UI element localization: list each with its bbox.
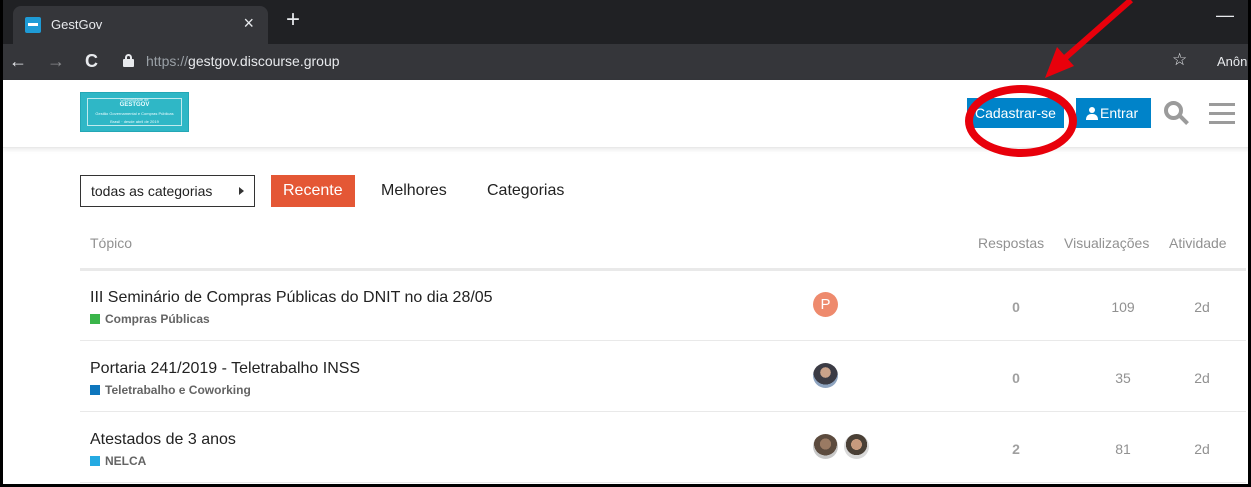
lock-icon[interactable] bbox=[123, 54, 134, 67]
category-label: NELCA bbox=[105, 454, 147, 468]
avatar[interactable] bbox=[844, 434, 869, 459]
avatar[interactable] bbox=[813, 363, 838, 388]
minimize-button[interactable]: — bbox=[1216, 5, 1234, 26]
header-views[interactable]: Visualizações bbox=[1064, 235, 1149, 251]
activity-time[interactable]: 2d bbox=[1182, 299, 1222, 315]
category-label: Teletrabalho e Coworking bbox=[105, 383, 251, 397]
tab-categorias[interactable]: Categorias bbox=[475, 175, 576, 207]
profile-label[interactable]: Anônimo bbox=[1217, 54, 1248, 69]
star-icon[interactable]: ☆ bbox=[1172, 50, 1187, 70]
category-label: Compras Públicas bbox=[105, 312, 210, 326]
category-color-square bbox=[90, 314, 100, 324]
site-logo[interactable]: Comunidade de GESTGOV Gestão Governament… bbox=[80, 92, 189, 132]
views-count: 81 bbox=[1115, 441, 1131, 457]
search-icon[interactable] bbox=[1164, 101, 1189, 125]
table-row[interactable]: Atestados de 3 anos NELCA 2 81 2d bbox=[80, 413, 1246, 483]
tab-title: GestGov bbox=[51, 17, 103, 32]
header-topic[interactable]: Tópico bbox=[90, 235, 132, 251]
views-count: 109 bbox=[1111, 299, 1135, 315]
category-color-square bbox=[90, 385, 100, 395]
logo-border bbox=[87, 98, 182, 126]
avatar[interactable] bbox=[813, 434, 838, 459]
table-row[interactable]: III Seminário de Compras Públicas do DNI… bbox=[80, 271, 1246, 341]
back-arrow-icon[interactable]: ← bbox=[9, 50, 27, 72]
reload-icon[interactable]: C bbox=[85, 50, 98, 72]
url-scheme: https:// bbox=[146, 53, 189, 69]
category-dropdown-label: todas as categorias bbox=[91, 183, 213, 199]
tab-recente[interactable]: Recente bbox=[271, 175, 355, 207]
user-icon bbox=[1086, 107, 1098, 120]
tab-bar: GestGov × + — bbox=[3, 0, 1248, 44]
url-field[interactable]: https://gestgov.discourse.group bbox=[146, 53, 340, 69]
avatar[interactable]: P bbox=[813, 292, 838, 317]
topic-title-link[interactable]: Atestados de 3 anos bbox=[90, 431, 236, 449]
site-favicon-icon bbox=[25, 17, 41, 33]
category-color-square bbox=[90, 456, 100, 466]
url-host: gestgov.discourse.group bbox=[188, 53, 340, 69]
browser-tab[interactable]: GestGov × bbox=[13, 6, 268, 44]
replies-count: 0 bbox=[1012, 370, 1020, 386]
activity-time[interactable]: 2d bbox=[1182, 370, 1222, 386]
tab-close-icon[interactable]: × bbox=[243, 13, 254, 34]
category-badge[interactable]: Compras Públicas bbox=[90, 312, 210, 326]
header-activity[interactable]: Atividade bbox=[1169, 235, 1227, 251]
browser-window: GestGov × + — ← → C https://gestgov.disc… bbox=[0, 0, 1251, 487]
topic-title-link[interactable]: III Seminário de Compras Públicas do DNI… bbox=[90, 289, 493, 307]
topic-title-link[interactable]: Portaria 241/2019 - Teletrabalho INSS bbox=[90, 360, 360, 378]
caret-right-icon bbox=[239, 187, 244, 195]
address-bar: ← → C https://gestgov.discourse.group ☆ … bbox=[3, 44, 1248, 80]
replies-count: 0 bbox=[1012, 299, 1020, 315]
activity-time[interactable]: 2d bbox=[1182, 441, 1222, 457]
tab-melhores[interactable]: Melhores bbox=[369, 175, 459, 207]
login-label: Entrar bbox=[1100, 105, 1139, 121]
category-badge[interactable]: Teletrabalho e Coworking bbox=[90, 383, 251, 397]
replies-count: 2 bbox=[1012, 441, 1020, 457]
views-count: 35 bbox=[1115, 370, 1131, 386]
forward-arrow-icon[interactable]: → bbox=[47, 50, 65, 72]
category-badge[interactable]: NELCA bbox=[90, 454, 146, 468]
table-row[interactable]: Portaria 241/2019 - Teletrabalho INSS Te… bbox=[80, 342, 1246, 412]
annotation-circle bbox=[965, 85, 1077, 157]
header-replies[interactable]: Respostas bbox=[978, 235, 1044, 251]
new-tab-button[interactable]: + bbox=[286, 5, 300, 35]
hamburger-menu-icon[interactable] bbox=[1209, 103, 1235, 124]
login-button[interactable]: Entrar bbox=[1076, 98, 1151, 128]
category-dropdown[interactable]: todas as categorias bbox=[80, 175, 255, 207]
